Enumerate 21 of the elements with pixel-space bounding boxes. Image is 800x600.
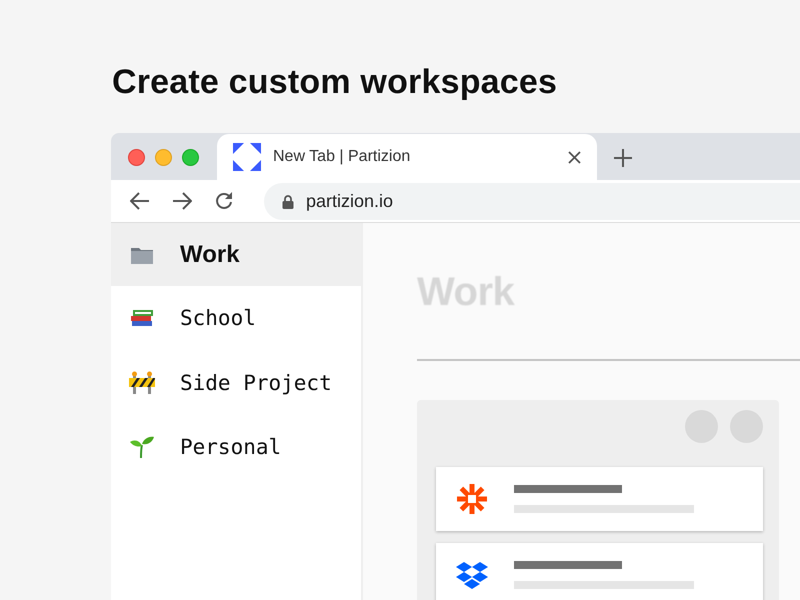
sidebar-item[interactable]: Side Project [111, 349, 361, 417]
forward-icon[interactable] [172, 192, 192, 210]
reload-icon[interactable] [214, 191, 234, 212]
asterisk-icon [456, 483, 488, 515]
sidebar-item[interactable]: Work [111, 223, 361, 286]
sidebar-item[interactable]: School [111, 286, 361, 349]
open-box-icon [456, 561, 488, 589]
barrier-icon [128, 371, 156, 395]
app-logo-icon [233, 143, 261, 172]
sidebar-item[interactable]: Personal [111, 417, 361, 477]
new-tab-icon[interactable] [613, 148, 633, 168]
close-icon[interactable] [568, 150, 581, 164]
tab-title: New Tab | Partizion [273, 148, 412, 166]
address-bar[interactable]: partizion.io [264, 182, 800, 220]
lock-icon [282, 194, 294, 209]
page-heading: Create custom workspaces [111, 62, 558, 102]
sprout-icon [129, 435, 155, 459]
close-window-button[interactable] [128, 149, 145, 166]
url-text: partizion.io [306, 190, 394, 212]
back-icon[interactable] [130, 192, 150, 210]
browser-tab[interactable]: New Tab | Partizion [217, 134, 597, 180]
